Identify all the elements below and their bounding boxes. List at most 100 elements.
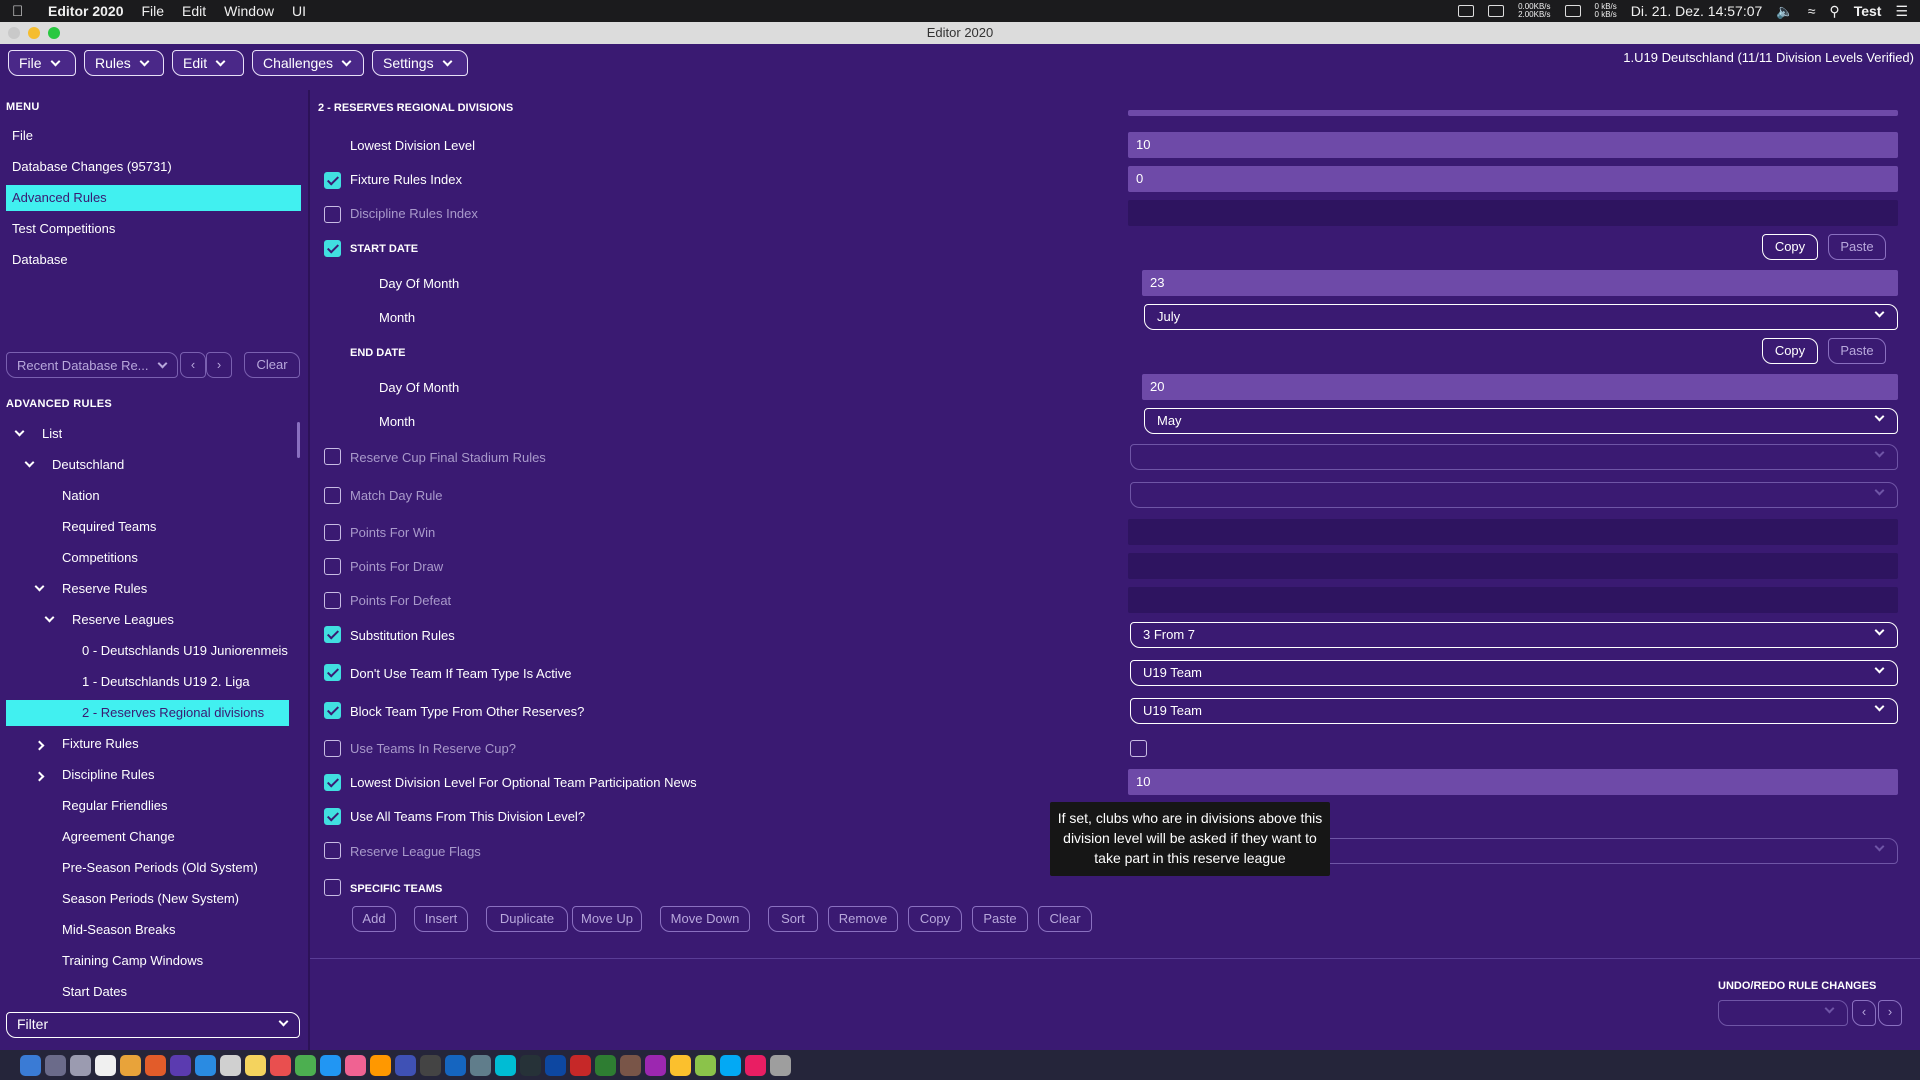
tree-item-required-teams[interactable]: Required Teams bbox=[62, 514, 156, 540]
move-up-button[interactable]: Move Up bbox=[572, 906, 642, 932]
chevron-down-icon[interactable] bbox=[14, 426, 25, 437]
undo-button[interactable]: ‹ bbox=[1852, 1000, 1876, 1026]
end-month-dropdown[interactable]: May bbox=[1144, 408, 1898, 434]
tree-scrollbar[interactable] bbox=[297, 422, 300, 458]
reserve-cup-final-checkbox[interactable] bbox=[324, 448, 341, 465]
wifi-icon[interactable]: ≈ bbox=[1808, 3, 1816, 19]
app-icon[interactable] bbox=[420, 1054, 441, 1076]
chevron-down-icon[interactable] bbox=[44, 612, 55, 623]
tree-item-discipline-rules[interactable]: Discipline Rules bbox=[62, 762, 154, 788]
app-icon[interactable] bbox=[645, 1054, 666, 1076]
tree-item-start-dates[interactable]: Start Dates bbox=[62, 979, 127, 1005]
points-draw-input[interactable] bbox=[1128, 553, 1898, 579]
tree-item-list[interactable]: List bbox=[42, 421, 62, 447]
lowest-division-level-input[interactable]: 10 bbox=[1128, 132, 1898, 158]
fixture-rules-index-input[interactable]: 0 bbox=[1128, 166, 1898, 192]
zoom-icon[interactable] bbox=[48, 27, 60, 39]
apple-icon[interactable]:  bbox=[12, 3, 30, 20]
app-icon[interactable] bbox=[370, 1054, 391, 1076]
app-menu[interactable]: Editor 2020 bbox=[48, 3, 123, 19]
control-center-icon[interactable]: ☰ bbox=[1895, 3, 1908, 20]
app-icon[interactable] bbox=[595, 1054, 616, 1076]
menu-window[interactable]: Window bbox=[224, 3, 274, 19]
app-icon[interactable] bbox=[570, 1054, 591, 1076]
use-teams-reserve-cup-value-checkbox[interactable] bbox=[1130, 740, 1147, 757]
tree-item-reserve-rules[interactable]: Reserve Rules bbox=[62, 576, 147, 602]
menu-item-advanced-rules[interactable]: Advanced Rules bbox=[6, 185, 301, 211]
tree-item-league-0[interactable]: 0 - Deutschlands U19 Juniorenmeis bbox=[82, 638, 292, 664]
file-menu-button[interactable]: File bbox=[8, 50, 76, 76]
copy-button[interactable]: Copy bbox=[908, 906, 962, 932]
points-win-checkbox[interactable] bbox=[324, 524, 341, 541]
tree-item-reserve-leagues[interactable]: Reserve Leagues bbox=[72, 607, 174, 633]
end-date-paste-button[interactable]: Paste bbox=[1828, 338, 1886, 364]
substitution-rules-dropdown[interactable]: 3 From 7 bbox=[1130, 622, 1898, 648]
fixture-rules-index-checkbox[interactable] bbox=[324, 172, 341, 189]
start-date-copy-button[interactable]: Copy bbox=[1762, 234, 1818, 260]
minimize-icon[interactable] bbox=[28, 27, 40, 39]
chevron-right-icon[interactable] bbox=[34, 771, 45, 782]
remove-button[interactable]: Remove bbox=[828, 906, 898, 932]
app-icon[interactable] bbox=[620, 1054, 641, 1076]
status-icon[interactable] bbox=[1458, 5, 1475, 17]
back-button[interactable]: ‹ bbox=[180, 352, 206, 378]
app-icon[interactable] bbox=[270, 1054, 291, 1076]
app-icon[interactable] bbox=[695, 1054, 716, 1076]
tree-item-nation[interactable]: Nation bbox=[62, 483, 100, 509]
app-icon[interactable] bbox=[670, 1054, 691, 1076]
app-icon[interactable] bbox=[720, 1054, 741, 1076]
tree-item-pre-season-periods[interactable]: Pre-Season Periods (Old System) bbox=[62, 855, 258, 881]
chevron-right-icon[interactable] bbox=[34, 740, 45, 751]
user-name[interactable]: Test bbox=[1854, 3, 1882, 19]
tree-item-season-periods[interactable]: Season Periods (New System) bbox=[62, 886, 239, 912]
app-icon[interactable] bbox=[345, 1054, 366, 1076]
recent-database-dropdown[interactable]: Recent Database Re... bbox=[6, 352, 178, 378]
app-icon[interactable] bbox=[495, 1054, 516, 1076]
points-defeat-input[interactable] bbox=[1128, 587, 1898, 613]
app-icon[interactable] bbox=[170, 1054, 191, 1076]
finder-icon[interactable] bbox=[20, 1054, 41, 1076]
rules-menu-button[interactable]: Rules bbox=[84, 50, 164, 76]
forward-button[interactable]: › bbox=[206, 352, 232, 378]
add-button[interactable]: Add bbox=[352, 906, 396, 932]
points-defeat-checkbox[interactable] bbox=[324, 592, 341, 609]
tree-item-league-1[interactable]: 1 - Deutschlands U19 2. Liga bbox=[82, 669, 250, 695]
app-icon[interactable] bbox=[145, 1054, 166, 1076]
tree-item-mid-season-breaks[interactable]: Mid-Season Breaks bbox=[62, 917, 175, 943]
app-icon[interactable] bbox=[120, 1054, 141, 1076]
menu-ui[interactable]: UI bbox=[292, 3, 306, 19]
app-icon[interactable] bbox=[545, 1054, 566, 1076]
trash-icon[interactable] bbox=[770, 1054, 791, 1076]
datetime[interactable]: Di. 21. Dez. 14:57:07 bbox=[1631, 3, 1763, 19]
close-icon[interactable] bbox=[8, 27, 20, 39]
search-icon[interactable]: ⚲ bbox=[1829, 3, 1839, 20]
app-icon[interactable] bbox=[95, 1054, 116, 1076]
status-icon[interactable] bbox=[1564, 5, 1581, 17]
use-all-teams-checkbox[interactable] bbox=[324, 808, 341, 825]
start-month-dropdown[interactable]: July bbox=[1144, 304, 1898, 330]
volume-icon[interactable]: 🔈 bbox=[1776, 3, 1793, 20]
menu-edit[interactable]: Edit bbox=[182, 3, 206, 19]
substitution-rules-checkbox[interactable] bbox=[324, 626, 341, 643]
app-icon[interactable] bbox=[445, 1054, 466, 1076]
tree-item-regular-friendlies[interactable]: Regular Friendlies bbox=[62, 793, 168, 819]
app-icon[interactable] bbox=[395, 1054, 416, 1076]
use-teams-reserve-cup-checkbox[interactable] bbox=[324, 740, 341, 757]
match-day-rule-checkbox[interactable] bbox=[324, 487, 341, 504]
move-down-button[interactable]: Move Down bbox=[660, 906, 750, 932]
dont-use-team-checkbox[interactable] bbox=[324, 664, 341, 681]
end-date-copy-button[interactable]: Copy bbox=[1762, 338, 1818, 364]
status-icon[interactable] bbox=[1488, 5, 1505, 17]
insert-button[interactable]: Insert bbox=[414, 906, 468, 932]
discipline-rules-index-input[interactable] bbox=[1128, 200, 1898, 226]
app-icon[interactable] bbox=[220, 1054, 241, 1076]
lowest-optional-news-input[interactable]: 10 bbox=[1128, 769, 1898, 795]
chevron-down-icon[interactable] bbox=[34, 581, 45, 592]
app-icon[interactable] bbox=[45, 1054, 66, 1076]
settings-menu-button[interactable]: Settings bbox=[372, 50, 468, 76]
points-win-input[interactable] bbox=[1128, 519, 1898, 545]
app-icon[interactable] bbox=[295, 1054, 316, 1076]
block-team-checkbox[interactable] bbox=[324, 702, 341, 719]
discipline-rules-index-checkbox[interactable] bbox=[324, 206, 341, 223]
menu-item-database-changes[interactable]: Database Changes (95731) bbox=[6, 154, 301, 180]
